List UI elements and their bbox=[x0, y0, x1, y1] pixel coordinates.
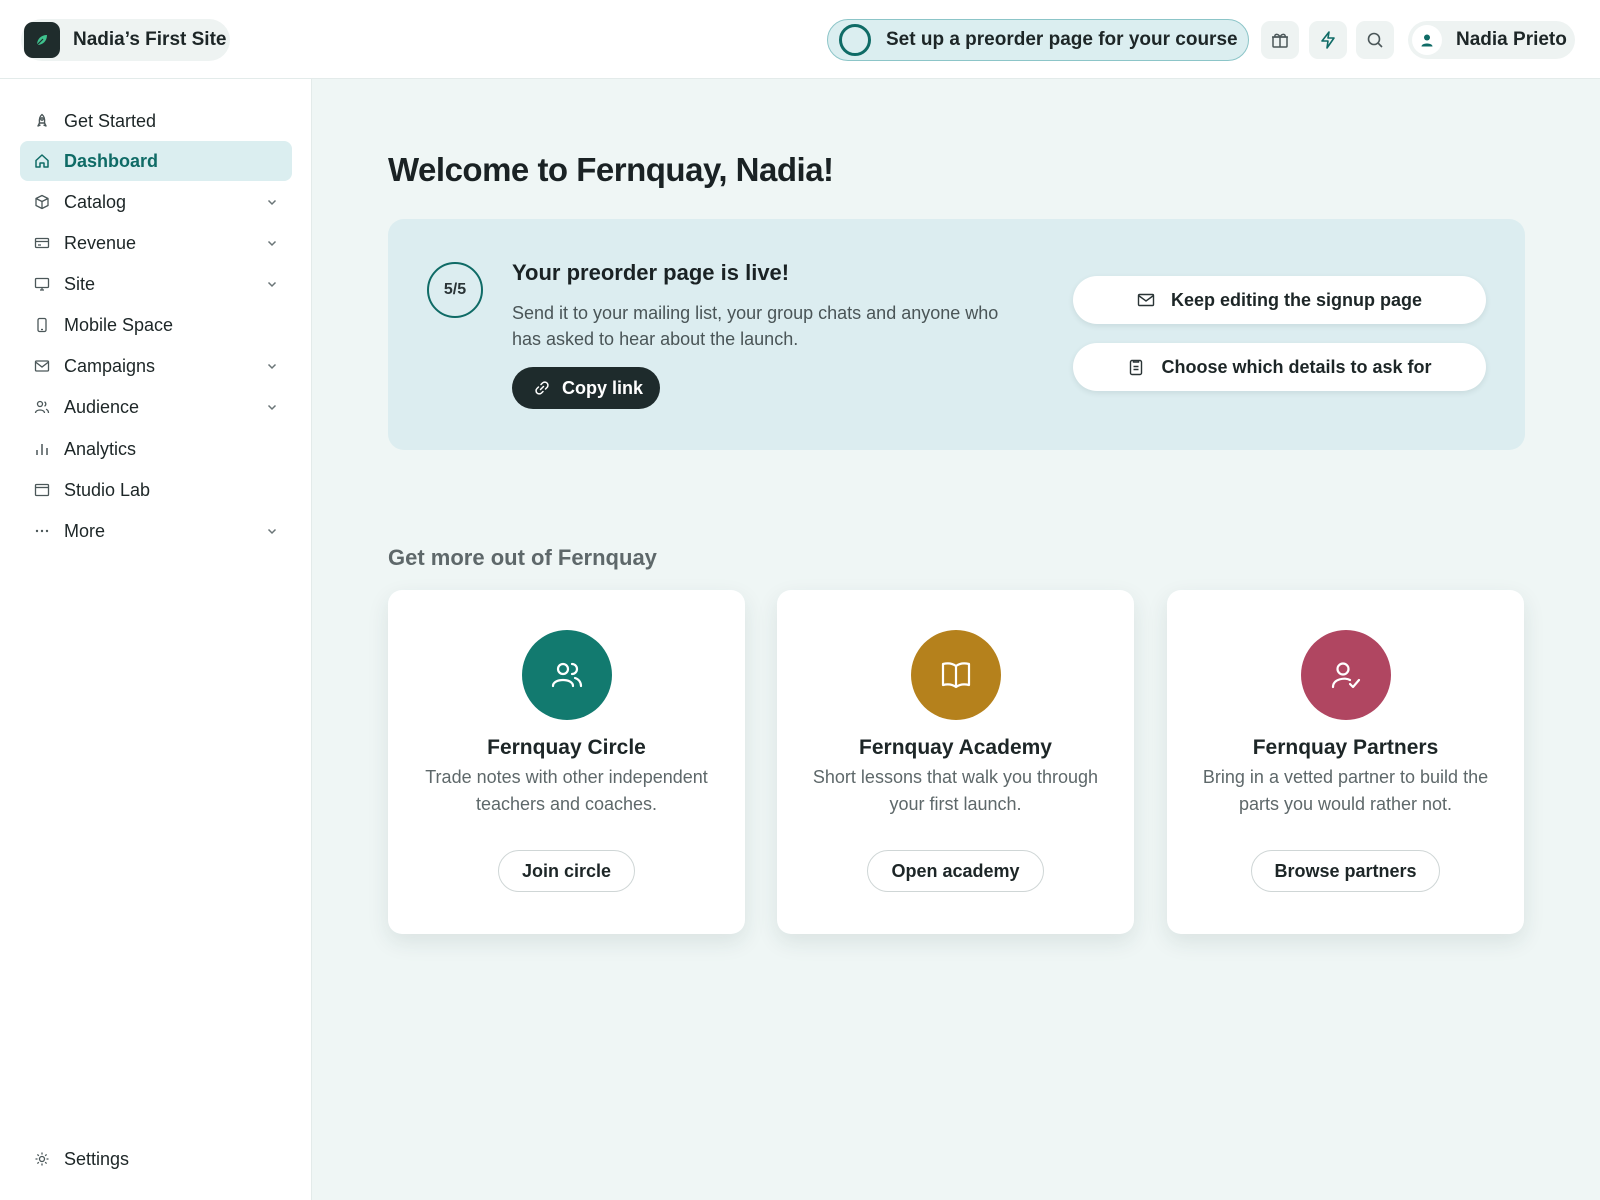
chevron-down-icon bbox=[266, 278, 278, 290]
sidebar-item-label: Analytics bbox=[64, 438, 137, 459]
site-switcher[interactable]: Nadia’s First Site bbox=[21, 19, 230, 61]
join-circle-button[interactable]: Join circle bbox=[498, 850, 635, 892]
sidebar-item-label: Studio Lab bbox=[64, 479, 151, 500]
sidebar-item-label: Site bbox=[64, 273, 96, 294]
section-title: Get more out of Fernquay bbox=[388, 545, 657, 570]
card-description: Trade notes with other independent teach… bbox=[425, 767, 708, 814]
sidebar-item-catalog[interactable]: Catalog bbox=[20, 182, 292, 222]
sidebar-item-label: Mobile Space bbox=[64, 314, 174, 335]
onboarding-task-pill[interactable]: Set up a preorder page for your course bbox=[827, 19, 1249, 61]
clipboard-icon bbox=[1127, 358, 1145, 376]
user-name: Nadia Prieto bbox=[1456, 29, 1567, 50]
sidebar-item-get-started[interactable]: Get Started bbox=[20, 101, 292, 141]
sidebar-item-label: Campaigns bbox=[64, 355, 156, 376]
gift-icon bbox=[1270, 30, 1290, 50]
banner-title: Your preorder page is live! bbox=[512, 260, 790, 285]
card-icon-badge bbox=[1301, 630, 1391, 720]
banner-description: Send it to your mailing list, your group… bbox=[512, 303, 999, 349]
bar-chart-icon bbox=[34, 441, 50, 457]
chevron-down-icon bbox=[266, 196, 278, 208]
progress-counter: 5/5 bbox=[427, 262, 483, 318]
sidebar: Get Started Dashboard Catalog Revenue Si… bbox=[0, 79, 312, 1200]
sidebar-item-label: Audience bbox=[64, 396, 140, 417]
search-button[interactable] bbox=[1356, 21, 1394, 59]
users-icon bbox=[550, 658, 584, 692]
ellipsis-icon bbox=[34, 523, 50, 539]
top-bar: Nadia’s First Site Set up a preorder pag… bbox=[0, 0, 1600, 79]
mail-icon bbox=[34, 358, 50, 374]
open-academy-button[interactable]: Open academy bbox=[867, 850, 1044, 892]
settings-label: Settings bbox=[64, 1148, 130, 1169]
sidebar-item-label: Catalog bbox=[64, 191, 127, 212]
home-icon bbox=[34, 153, 50, 169]
box-icon bbox=[34, 194, 50, 210]
gift-button[interactable] bbox=[1261, 21, 1299, 59]
chevron-down-icon bbox=[266, 525, 278, 537]
copy-link-label: Copy link bbox=[562, 377, 644, 398]
search-icon bbox=[1365, 30, 1385, 50]
sidebar-item-mobile-space[interactable]: Mobile Space bbox=[20, 305, 292, 345]
sidebar-item-revenue[interactable]: Revenue bbox=[20, 223, 292, 263]
sidebar-item-dashboard[interactable]: Dashboard bbox=[20, 141, 292, 181]
task-progress-ring bbox=[839, 24, 871, 56]
task-label: Set up a preorder page for your course bbox=[886, 29, 1238, 50]
copy-link-button[interactable]: Copy link bbox=[512, 367, 660, 409]
user-check-icon bbox=[1329, 658, 1363, 692]
gear-icon bbox=[34, 1151, 50, 1167]
sidebar-item-analytics[interactable]: Analytics bbox=[20, 429, 292, 469]
academy-card: Fernquay Academy Short lessons that walk… bbox=[777, 590, 1134, 934]
card-description: Bring in a vetted partner to build the p… bbox=[1202, 767, 1489, 814]
partners-card: Fernquay Partners Bring in a vetted part… bbox=[1167, 590, 1524, 934]
main-content: Welcome to Fernquay, Nadia! 5/5 Your pre… bbox=[312, 79, 1600, 1200]
sidebar-item-site[interactable]: Site bbox=[20, 264, 292, 304]
users-icon bbox=[34, 399, 50, 415]
card-icon-badge bbox=[522, 630, 612, 720]
sidebar-item-more[interactable]: More bbox=[20, 511, 292, 551]
monitor-icon bbox=[34, 276, 50, 292]
preorder-live-banner: 5/5 Your preorder page is live! Send it … bbox=[388, 219, 1525, 450]
site-name: Nadia’s First Site bbox=[73, 29, 227, 50]
chevron-down-icon bbox=[266, 401, 278, 413]
card-title: Fernquay Circle bbox=[487, 736, 646, 759]
card-title: Fernquay Partners bbox=[1252, 736, 1439, 759]
sidebar-item-studio-lab[interactable]: Studio Lab bbox=[20, 470, 292, 510]
card-description: Short lessons that walk you through your… bbox=[812, 767, 1099, 814]
sidebar-item-settings[interactable]: Settings bbox=[20, 1139, 292, 1179]
card-title: Fernquay Academy bbox=[859, 736, 1052, 759]
sidebar-item-label: More bbox=[64, 520, 106, 541]
sidebar-item-audience[interactable]: Audience bbox=[20, 387, 292, 427]
sidebar-item-label: Get Started bbox=[64, 110, 157, 131]
leaf-logo-icon bbox=[24, 22, 60, 58]
action-label: Choose which details to ask for bbox=[1161, 356, 1432, 377]
user-menu[interactable]: Nadia Prieto bbox=[1408, 21, 1575, 59]
chevron-down-icon bbox=[266, 237, 278, 249]
browse-partners-button[interactable]: Browse partners bbox=[1251, 850, 1440, 892]
rocket-icon bbox=[34, 113, 50, 129]
progress-text: 5/5 bbox=[443, 281, 467, 298]
window-icon bbox=[34, 482, 50, 498]
quick-actions-button[interactable] bbox=[1309, 21, 1347, 59]
card-icon-badge bbox=[911, 630, 1001, 720]
book-icon bbox=[939, 658, 973, 692]
sidebar-item-label: Dashboard bbox=[64, 150, 159, 171]
circle-card: Fernquay Circle Trade notes with other i… bbox=[388, 590, 745, 934]
mail-icon bbox=[1137, 291, 1155, 309]
avatar bbox=[1412, 25, 1442, 55]
link-icon bbox=[534, 380, 550, 396]
action-label: Keep editing the signup page bbox=[1170, 289, 1422, 310]
choose-details-button[interactable]: Choose which details to ask for bbox=[1073, 343, 1486, 391]
keep-editing-signup-button[interactable]: Keep editing the signup page bbox=[1073, 276, 1486, 324]
page-title: Welcome to Fernquay, Nadia! bbox=[388, 151, 834, 188]
chevron-down-icon bbox=[266, 360, 278, 372]
sidebar-item-campaigns[interactable]: Campaigns bbox=[20, 346, 292, 386]
credit-card-icon bbox=[34, 235, 50, 251]
phone-icon bbox=[34, 317, 50, 333]
lightning-icon bbox=[1318, 30, 1338, 50]
sidebar-item-label: Revenue bbox=[64, 232, 137, 253]
